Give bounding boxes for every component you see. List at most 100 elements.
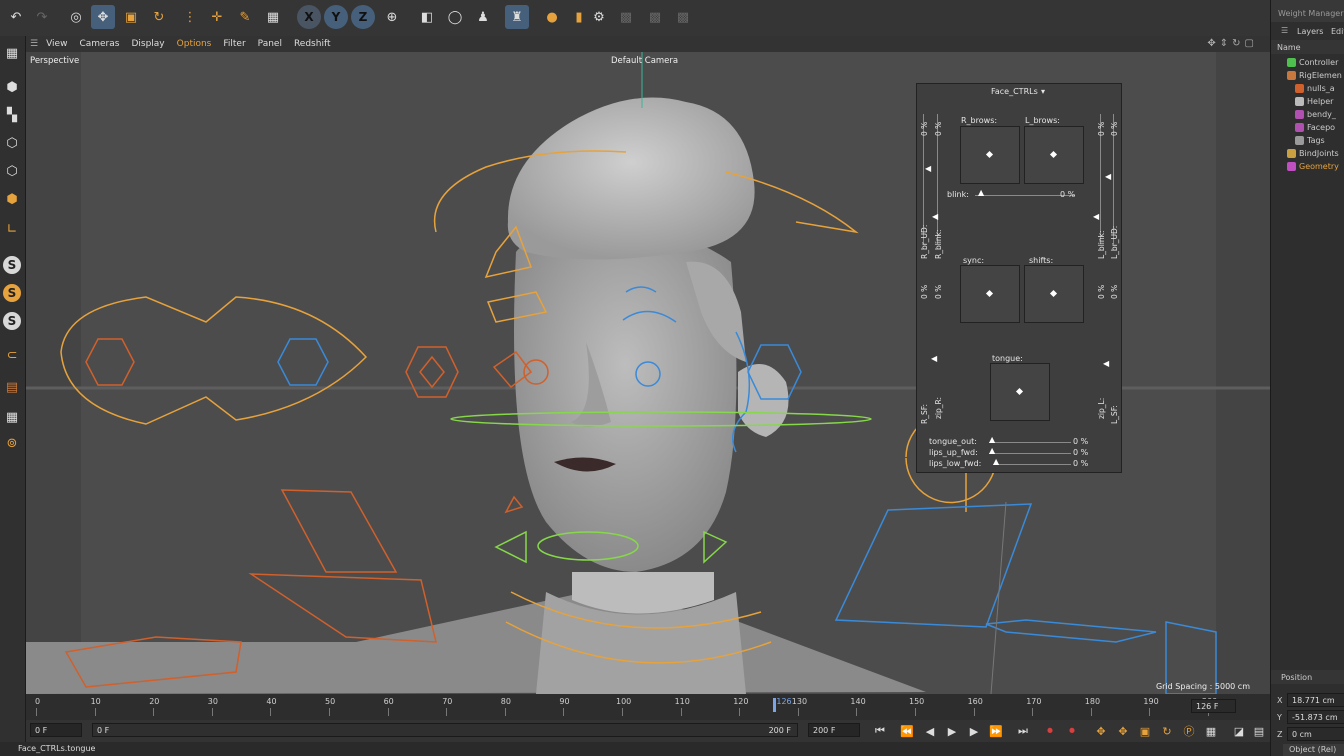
shifts-pad[interactable] <box>1024 265 1084 323</box>
axis-x-button[interactable]: X <box>297 5 321 29</box>
add-icon[interactable]: ✛ <box>205 5 229 29</box>
points-mode-icon[interactable]: ⬡ <box>1 132 23 154</box>
magnet-icon[interactable]: ⊂ <box>1 344 23 366</box>
lips-up-fwd-handle[interactable]: ▲ <box>989 446 995 455</box>
key-scale-icon[interactable]: ▣ <box>1136 722 1154 740</box>
r-br-ud-handle[interactable]: ◀ <box>925 164 931 173</box>
floor-icon[interactable]: ▤ <box>1 376 23 398</box>
object-row[interactable]: Controller <box>1271 56 1344 69</box>
goto-start-icon[interactable]: ⏮ <box>871 722 889 740</box>
next-frame-icon[interactable]: ▶ <box>965 722 983 740</box>
move-icon[interactable]: ✥ <box>91 5 115 29</box>
model-mode-icon[interactable]: ⬢ <box>1 76 23 98</box>
end-frame-field[interactable]: 200 F <box>808 723 860 737</box>
key-rotation-icon[interactable]: ↻ <box>1158 722 1176 740</box>
object-row[interactable]: bendy_ <box>1271 108 1344 121</box>
menu-filter[interactable]: Filter <box>223 39 245 49</box>
tab-layers[interactable]: Layers <box>1297 27 1323 36</box>
rotate-icon[interactable]: ↻ <box>147 5 171 29</box>
texture-mode-icon[interactable]: ▚ <box>1 104 23 126</box>
lock-icon[interactable]: ⊚ <box>1 432 23 454</box>
solo-icon[interactable]: S <box>3 256 21 274</box>
menu-cameras[interactable]: Cameras <box>79 39 119 49</box>
current-frame-field[interactable]: 126 F <box>1191 699 1236 713</box>
keyframe-selection-icon[interactable]: ✥ <box>1092 722 1110 740</box>
timeline-tool-icon[interactable]: ◪ <box>1230 722 1248 740</box>
object-row[interactable]: Tags <box>1271 134 1344 147</box>
object-row[interactable]: Geometry <box>1271 160 1344 173</box>
solo-off-icon[interactable]: S <box>3 312 21 330</box>
menu-display[interactable]: Display <box>131 39 164 49</box>
checker-icon[interactable]: ▦ <box>261 5 285 29</box>
panel-dropdown-icon[interactable]: ▾ <box>1041 87 1045 96</box>
polygons-mode-icon[interactable]: ⬢ <box>1 188 23 210</box>
timeline-settings-icon[interactable]: ▤ <box>1250 722 1268 740</box>
menu-panel[interactable]: Panel <box>258 39 282 49</box>
live-selection-icon[interactable]: ◎ <box>64 5 88 29</box>
spline-tool-icon[interactable]: ● <box>540 5 564 29</box>
sync-pad[interactable] <box>960 265 1020 323</box>
undo-icon[interactable]: ↶ <box>4 5 28 29</box>
grid-icon[interactable]: ▦ <box>1 406 23 428</box>
prev-key-icon[interactable]: ⏪ <box>898 722 916 740</box>
prev-frame-icon[interactable]: ◀ <box>921 722 939 740</box>
axis-z-button[interactable]: Z <box>351 5 375 29</box>
viewport-nav-icons[interactable]: ✥⇕↻▢ <box>1207 38 1258 49</box>
y-field[interactable]: -51.873 cm <box>1287 710 1344 724</box>
solo-hierarchy-icon[interactable]: S <box>3 284 21 302</box>
figure-icon[interactable]: ♟ <box>471 5 495 29</box>
coordinate-mode-dropdown[interactable]: Object (Rel) <box>1283 744 1344 756</box>
menu-view[interactable]: View <box>46 39 67 49</box>
object-row[interactable]: RigElemen <box>1271 69 1344 82</box>
sphere-icon[interactable]: ◯ <box>443 5 467 29</box>
r-sf-handle[interactable]: ◀ <box>931 354 937 363</box>
hamburger-icon[interactable]: ☰ <box>1281 26 1288 35</box>
autokey-icon[interactable]: ⏺ <box>1063 722 1081 740</box>
object-row[interactable]: Facepo <box>1271 121 1344 134</box>
l-brows-pad[interactable] <box>1024 126 1084 184</box>
hamburger-icon[interactable]: ☰ <box>30 39 38 49</box>
timeline[interactable]: 0 10 20 30 40 50 60 70 80 90 100 110 120 130 140 150 160… <box>26 694 1270 720</box>
guide-icon[interactable]: ▩ <box>671 5 695 29</box>
record-icon[interactable]: ⏺ <box>1041 722 1059 740</box>
tongue-pad[interactable] <box>990 363 1050 421</box>
menu-redshift[interactable]: Redshift <box>294 39 331 49</box>
coordinate-system-icon[interactable]: ⊕ <box>380 5 404 29</box>
brush-icon[interactable]: ✎ <box>233 5 257 29</box>
key-position-icon[interactable]: ✥ <box>1114 722 1132 740</box>
scale-icon[interactable]: ▣ <box>119 5 143 29</box>
menu-options[interactable]: Options <box>177 39 212 49</box>
object-row[interactable]: nulls_a <box>1271 82 1344 95</box>
key-parameter-icon[interactable]: Ⓟ <box>1180 722 1198 740</box>
preview-range-slider[interactable]: 0 F 200 F <box>92 723 798 737</box>
goto-end-icon[interactable]: ⏭ <box>1014 722 1032 740</box>
make-editable-icon[interactable]: ▦ <box>1 42 23 64</box>
r-brows-pad[interactable] <box>960 126 1020 184</box>
r-blink-handle[interactable]: ◀ <box>932 212 938 221</box>
object-row[interactable]: Helper <box>1271 95 1344 108</box>
tab-edit[interactable]: Edit <box>1331 27 1344 36</box>
play-icon[interactable]: ▶ <box>943 722 961 740</box>
l-blink-handle[interactable]: ◀ <box>1093 212 1099 221</box>
settings-icon[interactable]: ⚙ <box>587 5 611 29</box>
axis-y-button[interactable]: Y <box>324 5 348 29</box>
workplane-icon[interactable]: ▩ <box>643 5 667 29</box>
recent-tools-icon[interactable]: ⋮ <box>178 5 202 29</box>
start-frame-field[interactable]: 0 F <box>30 723 82 737</box>
x-field[interactable]: 18.771 cm <box>1287 693 1344 707</box>
blink-handle[interactable]: ▲ <box>978 188 984 197</box>
object-row[interactable]: BindJoints <box>1271 147 1344 160</box>
snap-icon[interactable]: ▩ <box>614 5 638 29</box>
next-key-icon[interactable]: ⏩ <box>987 722 1005 740</box>
lips-low-fwd-handle[interactable]: ▲ <box>993 457 999 466</box>
bird-icon[interactable]: ♜ <box>505 5 529 29</box>
l-sf-handle[interactable]: ◀ <box>1103 359 1109 368</box>
l-br-ud-handle[interactable]: ◀ <box>1105 172 1111 181</box>
z-field[interactable]: 0 cm <box>1287 727 1344 741</box>
tongue-out-handle[interactable]: ▲ <box>989 435 995 444</box>
key-pla-icon[interactable]: ▦ <box>1202 722 1220 740</box>
render-view-icon[interactable]: ◧ <box>415 5 439 29</box>
axis-mode-icon[interactable]: ∟ <box>1 218 23 240</box>
edges-mode-icon[interactable]: ⬡ <box>1 160 23 182</box>
weight-manager-tab[interactable]: Weight Manager <box>1271 0 1344 22</box>
